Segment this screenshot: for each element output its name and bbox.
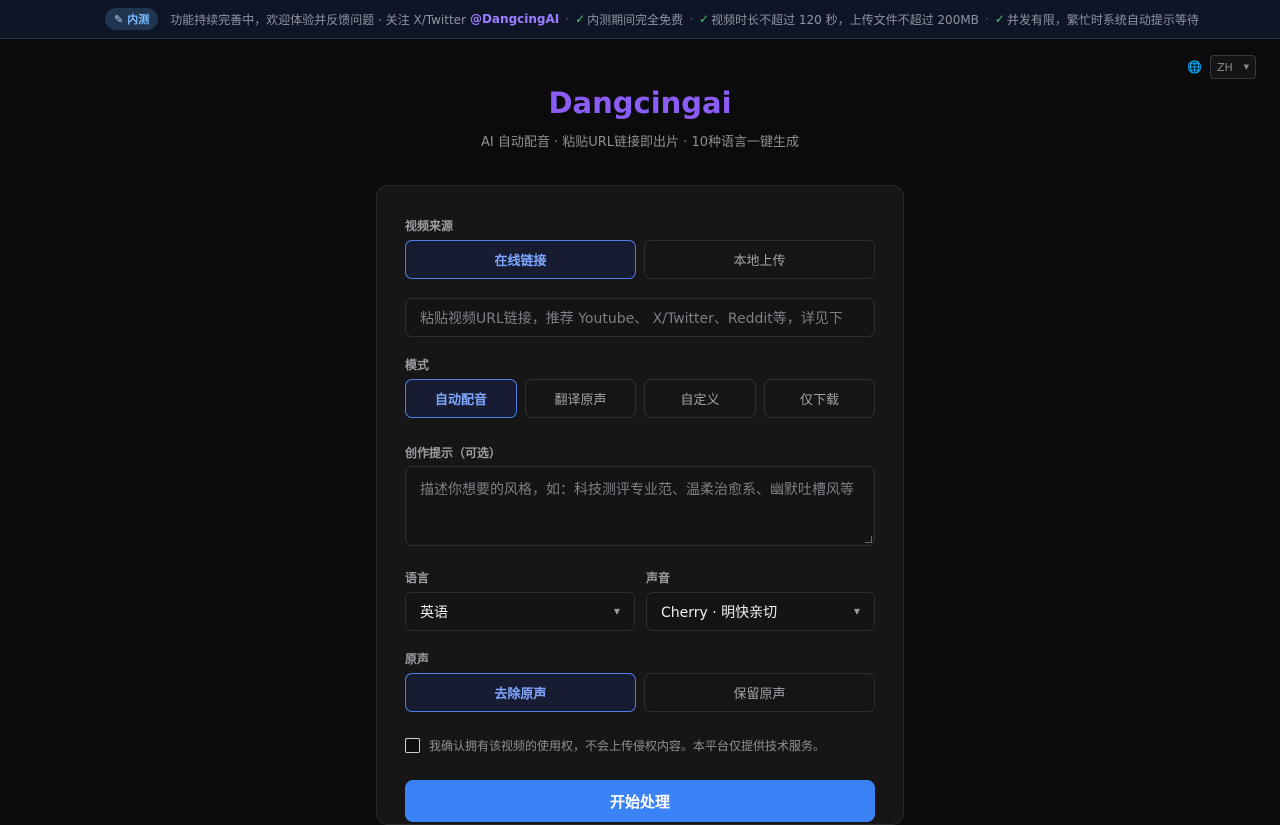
language-dropdown[interactable]: 英语 ▼: [405, 592, 635, 631]
mode-option-auto-dub[interactable]: 自动配音: [405, 379, 517, 418]
voice-dropdown[interactable]: Cherry · 明快亲切 ▼: [646, 592, 875, 631]
voice-label: 声音: [646, 571, 671, 585]
mode-label: 模式: [405, 358, 430, 372]
separator: ·: [565, 12, 570, 26]
source-label: 视频来源: [405, 219, 454, 233]
language-dropdown-value: 英语: [420, 604, 448, 621]
mode-option-custom[interactable]: 自定义: [644, 379, 756, 418]
check-icon: ✓: [575, 12, 586, 26]
consent-text: 我确认拥有该视频的使用权，不会上传侵权内容。本平台仅提供技术服务。: [429, 739, 826, 753]
separator: ·: [984, 12, 989, 26]
notice-text: 功能持续完善中，欢迎体验并反馈问题 · 关注 X/Twitter: [170, 12, 466, 27]
notice-item-limits: 视频时长不超过 120 秒，上传文件不超过 200MB: [711, 12, 979, 27]
consent-row: 我确认拥有该视频的使用权，不会上传侵权内容。本平台仅提供技术服务。: [405, 737, 825, 754]
notice-item-free: 内测期间完全免费: [587, 12, 684, 27]
tagline: AI 自动配音 · 粘贴URL链接即出片 · 10种语言一键生成: [481, 135, 799, 150]
consent-checkbox[interactable]: [405, 738, 420, 753]
video-url-input[interactable]: 粘贴视频URL链接，推荐 Youtube、 X/Twitter、Reddit等，…: [405, 298, 875, 337]
pen-icon: ✎: [114, 12, 124, 26]
video-url-placeholder: 粘贴视频URL链接，推荐 Youtube、 X/Twitter、Reddit等，…: [420, 310, 843, 327]
prompt-textarea[interactable]: 描述你想要的风格，如：科技测评专业范、温柔治愈系、幽默吐槽风等: [405, 466, 875, 546]
voice-dropdown-value: Cherry · 明快亲切: [661, 604, 778, 621]
mode-option-translate-original[interactable]: 翻译原声: [525, 379, 636, 418]
source-option-online-link[interactable]: 在线链接: [405, 240, 636, 279]
start-processing-button[interactable]: 开始处理: [405, 780, 875, 822]
beta-badge: ✎ 内测: [105, 8, 159, 30]
chevron-down-icon: ▼: [613, 607, 620, 616]
original-audio-option-remove[interactable]: 去除原声: [405, 673, 636, 712]
brand-title: Dangcingai: [548, 86, 732, 120]
twitter-handle-link[interactable]: @DangcingAI: [470, 12, 559, 26]
language-label: 语言: [405, 571, 430, 585]
language-switch: 🌐 ZH ▼: [1187, 55, 1256, 79]
original-audio-label: 原声: [405, 652, 430, 666]
language-select[interactable]: ZH ▼: [1209, 55, 1256, 79]
source-option-local-upload[interactable]: 本地上传: [644, 240, 875, 279]
separator: ·: [689, 12, 694, 26]
check-icon: ✓: [699, 12, 710, 26]
top-notice-bar: ✎ 内测 功能持续完善中，欢迎体验并反馈问题 · 关注 X/Twitter @D…: [0, 0, 1280, 39]
notice-item-concurrency: 并发有限，繁忙时系统自动提示等待: [1006, 12, 1199, 27]
task-form-card: 视频来源 在线链接 本地上传 粘贴视频URL链接，推荐 Youtube、 X/T…: [376, 185, 904, 825]
globe-icon: 🌐: [1187, 60, 1202, 74]
beta-badge-label: 内测: [127, 13, 150, 26]
original-audio-option-keep[interactable]: 保留原声: [644, 673, 875, 712]
check-icon: ✓: [994, 12, 1005, 26]
chevron-down-icon: ▼: [853, 607, 860, 616]
mode-option-download-only[interactable]: 仅下载: [764, 379, 875, 418]
chevron-down-icon: ▼: [1243, 63, 1249, 71]
resize-handle[interactable]: [865, 536, 872, 543]
prompt-placeholder: 描述你想要的风格，如：科技测评专业范、温柔治愈系、幽默吐槽风等: [420, 482, 854, 498]
language-value: ZH: [1216, 60, 1233, 74]
prompt-label: 创作提示（可选）: [405, 446, 502, 460]
